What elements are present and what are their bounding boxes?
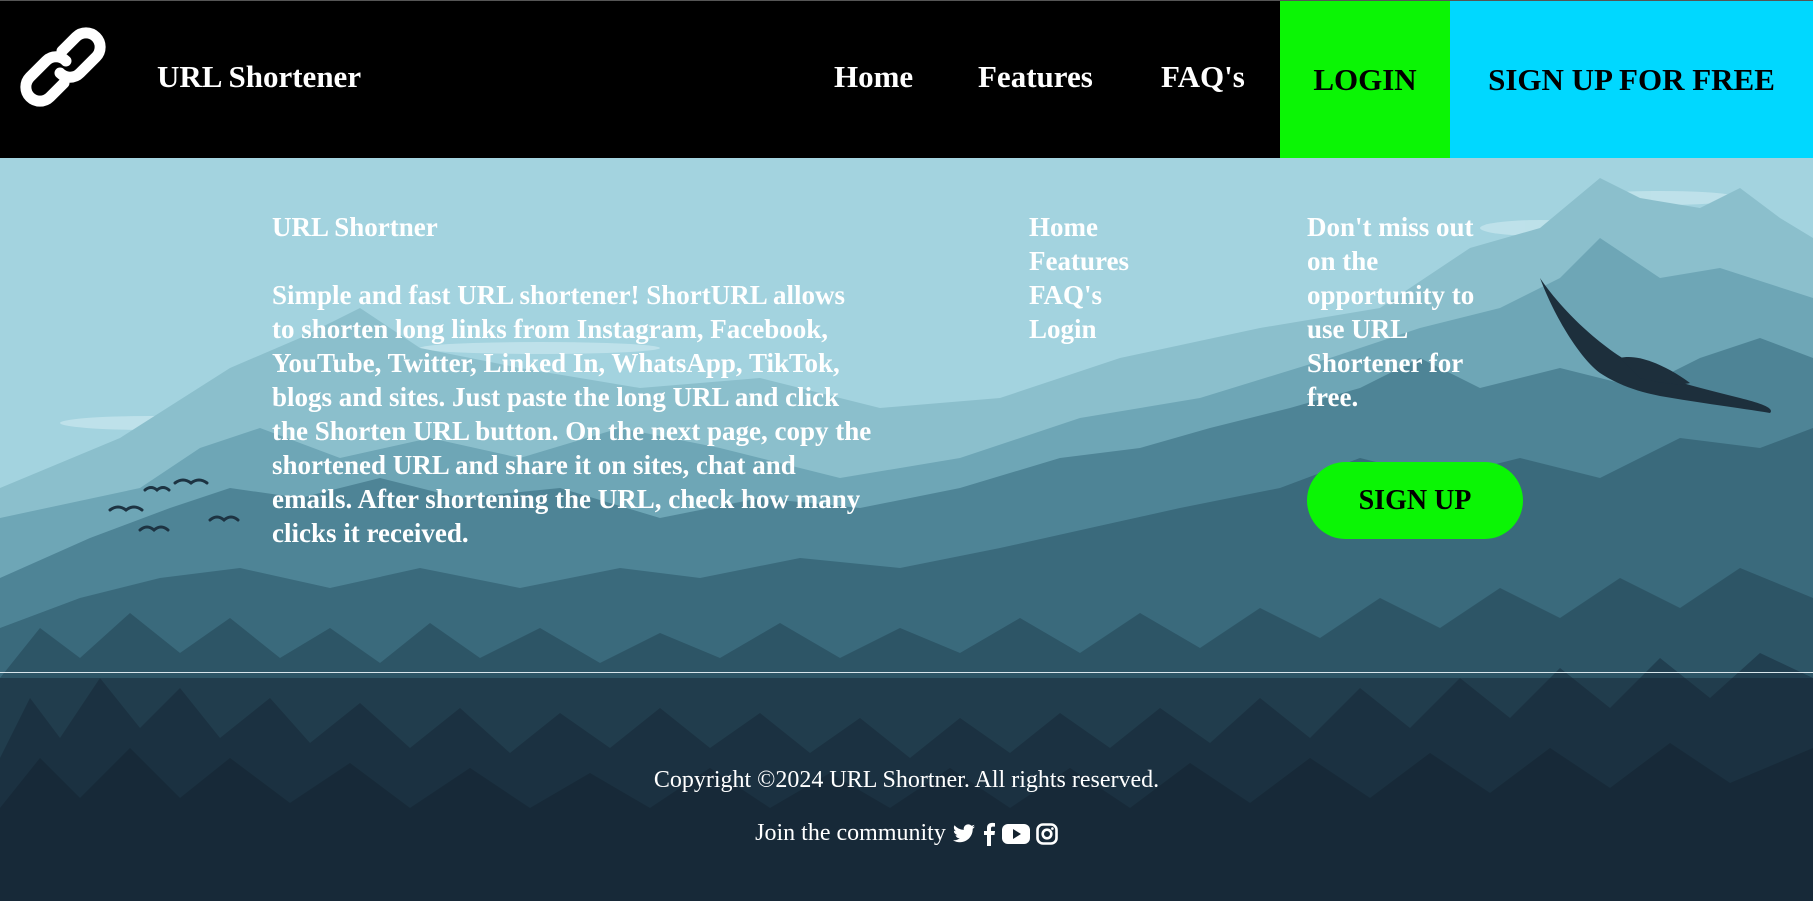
- community-row: Join the community: [0, 820, 1813, 847]
- brand-name[interactable]: URL Shortener: [157, 59, 361, 95]
- about-description: Simple and fast URL shortener! ShortURL …: [272, 280, 872, 548]
- footer-link-features[interactable]: Features: [1029, 244, 1129, 278]
- site-header: URL Shortener Home Features FAQ's LOGIN …: [0, 0, 1813, 159]
- cta-text: Don't miss out on the opportunity to use…: [1307, 212, 1475, 412]
- nav-faqs[interactable]: FAQ's: [1161, 59, 1245, 95]
- nav-home[interactable]: Home: [834, 59, 913, 95]
- facebook-icon[interactable]: [982, 822, 996, 846]
- copyright-text: Copyright ©2024 URL Shortner. All rights…: [653, 767, 1160, 793]
- youtube-icon[interactable]: [1001, 823, 1030, 845]
- twitter-icon[interactable]: [952, 823, 976, 845]
- footer-divider: [0, 672, 1813, 673]
- footer-links: Home Features FAQ's Login: [1029, 210, 1129, 346]
- link-icon[interactable]: [18, 21, 108, 113]
- footer-link-faqs[interactable]: FAQ's: [1029, 278, 1129, 312]
- signup-button[interactable]: SIGN UP: [1307, 462, 1523, 539]
- instagram-icon[interactable]: [1036, 822, 1058, 845]
- nav-features[interactable]: Features: [978, 59, 1093, 95]
- about-section: URL Shortner Simple and fast URL shorten…: [272, 210, 872, 550]
- about-title: URL Shortner: [272, 212, 438, 242]
- footer-link-home[interactable]: Home: [1029, 210, 1129, 244]
- community-label: Join the community: [755, 820, 946, 846]
- signup-free-button[interactable]: SIGN UP FOR FREE: [1450, 1, 1813, 159]
- footer-link-login[interactable]: Login: [1029, 312, 1129, 346]
- login-button[interactable]: LOGIN: [1280, 1, 1450, 159]
